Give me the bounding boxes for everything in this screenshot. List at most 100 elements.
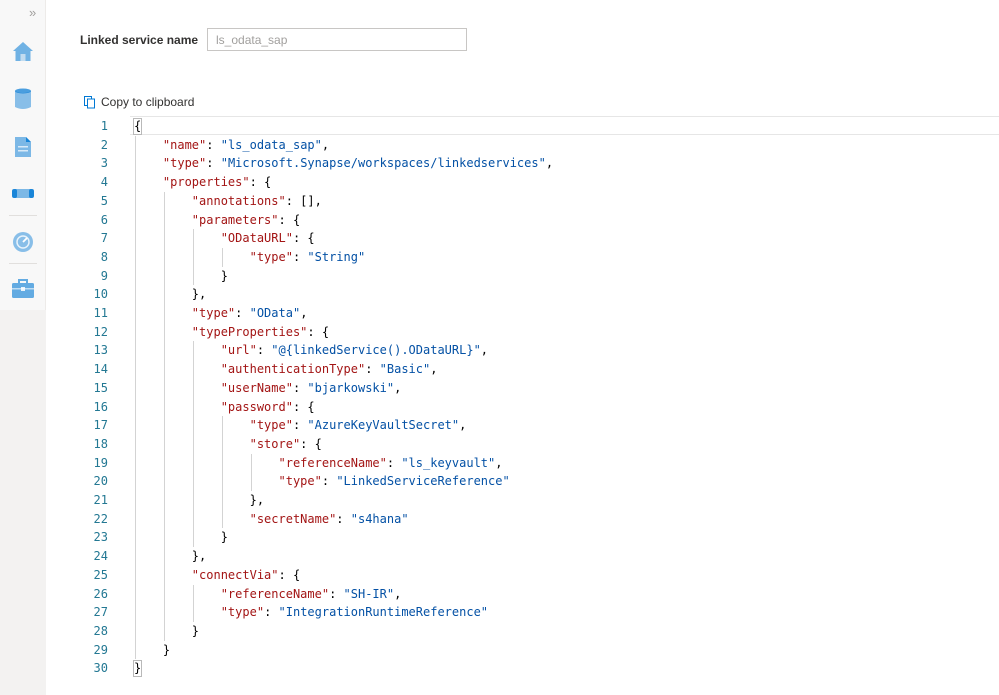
code-text: "userName": "bjarkowski", bbox=[134, 379, 402, 398]
code-line: 9 } bbox=[80, 267, 980, 286]
json-key: "store" bbox=[249, 436, 301, 451]
line-number: 17 bbox=[93, 418, 108, 433]
code-line: 17 "type": "AzureKeyVaultSecret", bbox=[80, 416, 980, 435]
code-text: "store": { bbox=[134, 435, 322, 454]
json-key: "typeProperties" bbox=[191, 324, 308, 339]
code-line: 22 "secretName": "s4hana" bbox=[80, 510, 980, 529]
rail-separator bbox=[9, 215, 37, 216]
json-punctuation bbox=[134, 587, 221, 601]
code-text: "referenceName": "ls_keyvault", bbox=[134, 454, 503, 473]
json-punctuation: } bbox=[134, 268, 228, 283]
json-key: "type" bbox=[220, 605, 265, 620]
json-punctuation bbox=[134, 156, 163, 170]
json-punctuation: : [], bbox=[285, 193, 322, 208]
json-punctuation bbox=[134, 400, 221, 414]
copy-to-clipboard-label: Copy to clipboard bbox=[101, 95, 195, 109]
json-punctuation: : { bbox=[307, 324, 330, 339]
bracket-match-highlight bbox=[133, 118, 142, 135]
json-key: "parameters" bbox=[191, 212, 279, 227]
line-number: 24 bbox=[93, 549, 108, 564]
json-key: "type" bbox=[191, 306, 236, 320]
copy-to-clipboard-button[interactable]: Copy to clipboard bbox=[83, 95, 194, 109]
json-string: "@{linkedService().ODataURL}" bbox=[271, 343, 481, 358]
json-punctuation: : bbox=[292, 249, 308, 264]
json-punctuation bbox=[134, 474, 279, 488]
pipeline-icon[interactable] bbox=[10, 180, 36, 206]
json-punctuation: }, bbox=[134, 287, 207, 302]
json-key: "referenceName" bbox=[220, 586, 330, 601]
json-punctuation: : bbox=[386, 455, 402, 470]
linked-service-name-label: Linked service name bbox=[80, 33, 199, 47]
code-text: "type": "AzureKeyVaultSecret", bbox=[134, 416, 467, 435]
code-line: 15 "userName": "bjarkowski", bbox=[80, 379, 980, 398]
json-key: "userName" bbox=[220, 380, 293, 395]
json-code-editor[interactable]: 1{2 "name": "ls_odata_sap", 3 "type": "Mi… bbox=[80, 116, 999, 686]
json-punctuation: : { bbox=[300, 436, 322, 451]
code-line: 24 }, bbox=[80, 547, 980, 566]
json-key: "url" bbox=[220, 343, 257, 358]
json-key: "connectVia" bbox=[191, 567, 279, 582]
line-number: 3 bbox=[100, 156, 108, 171]
line-number: 7 bbox=[100, 231, 108, 246]
code-line: 2 "name": "ls_odata_sap", bbox=[80, 136, 980, 155]
json-string: "SH-IR" bbox=[343, 586, 395, 601]
code-line: 23 } bbox=[80, 528, 980, 547]
indent-guide bbox=[221, 247, 223, 267]
json-string: "LinkedServiceReference" bbox=[336, 474, 510, 489]
document-icon[interactable] bbox=[10, 134, 36, 160]
code-text: "type": "String" bbox=[134, 248, 366, 267]
json-punctuation: : bbox=[336, 511, 351, 526]
json-string: "ls_odata_sap" bbox=[220, 137, 322, 152]
json-key: "ODataURL" bbox=[220, 231, 293, 246]
indent-guide bbox=[192, 584, 194, 622]
line-number: 11 bbox=[93, 306, 108, 320]
json-punctuation bbox=[134, 362, 221, 376]
code-text: } bbox=[134, 528, 228, 547]
line-number: 29 bbox=[93, 642, 108, 657]
code-line: 30} bbox=[80, 659, 980, 678]
line-number: 1 bbox=[100, 119, 108, 133]
json-punctuation: , bbox=[480, 343, 489, 358]
line-number: 25 bbox=[93, 567, 108, 582]
line-number: 12 bbox=[93, 324, 108, 339]
manage-toolbox-icon[interactable] bbox=[10, 275, 36, 301]
indent-guide bbox=[250, 453, 252, 491]
indent-guide bbox=[192, 229, 194, 286]
code-line: 4 "properties": { bbox=[80, 173, 980, 192]
line-number: 28 bbox=[93, 623, 108, 638]
json-punctuation: } bbox=[134, 530, 228, 545]
json-punctuation: : bbox=[329, 586, 344, 601]
code-text: "type": "OData", bbox=[134, 304, 308, 323]
json-punctuation: } bbox=[134, 642, 171, 657]
json-key: "authenticationType" bbox=[220, 362, 366, 377]
monitor-icon[interactable] bbox=[10, 229, 36, 255]
code-text: }, bbox=[134, 491, 264, 510]
json-punctuation: : bbox=[206, 156, 221, 171]
code-line: 18 "store": { bbox=[80, 435, 980, 454]
rail-separator bbox=[9, 263, 37, 264]
database-icon[interactable] bbox=[10, 86, 36, 112]
code-text: "ODataURL": { bbox=[134, 229, 315, 248]
line-number: 5 bbox=[100, 193, 108, 208]
home-icon[interactable] bbox=[10, 38, 36, 64]
code-text: "type": "Microsoft.Synapse/workspaces/li… bbox=[134, 154, 553, 173]
json-punctuation: , bbox=[545, 156, 554, 171]
line-number: 14 bbox=[93, 362, 108, 377]
json-punctuation: : { bbox=[292, 399, 315, 414]
line-number: 21 bbox=[93, 493, 108, 507]
json-punctuation: : { bbox=[278, 567, 301, 582]
code-line: 1{ bbox=[80, 117, 980, 136]
json-key: "referenceName" bbox=[278, 455, 387, 470]
json-punctuation bbox=[134, 456, 279, 470]
json-string: "Basic" bbox=[379, 362, 431, 377]
linked-service-name-input[interactable] bbox=[207, 28, 467, 51]
line-number: 2 bbox=[100, 137, 108, 152]
line-number: 4 bbox=[100, 175, 108, 190]
line-number: 22 bbox=[93, 511, 108, 526]
code-line: 28 } bbox=[80, 622, 980, 641]
expand-rail-icon[interactable]: » bbox=[29, 5, 36, 20]
json-punctuation: : bbox=[235, 306, 250, 320]
line-number: 30 bbox=[93, 661, 108, 676]
line-number: 19 bbox=[93, 455, 108, 470]
json-punctuation bbox=[134, 605, 221, 619]
